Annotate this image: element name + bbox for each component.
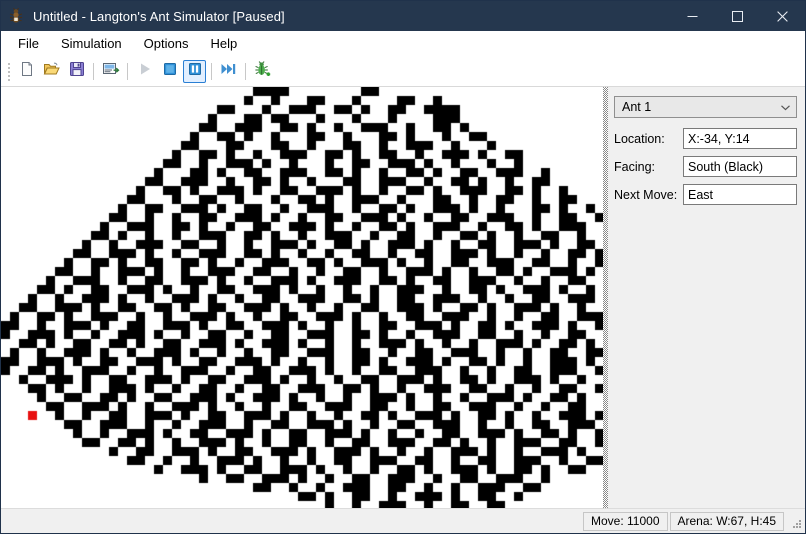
add-ant-button[interactable] [251, 60, 274, 83]
arena-canvas-container[interactable] [1, 87, 603, 508]
status-bar: Move: 11000 Arena: W:67, H:45 [1, 508, 805, 533]
location-label: Location: [614, 131, 665, 146]
pause-button[interactable] [183, 60, 206, 83]
toolbar-separator [245, 63, 246, 80]
menu-options[interactable]: Options [133, 33, 200, 55]
facing-label: Facing: [614, 159, 655, 174]
window-title: Untitled - Langton's Ant Simulator [Paus… [33, 8, 285, 24]
menu-file[interactable]: File [7, 33, 50, 55]
facing-row: Facing: South (Black) [614, 156, 797, 177]
ant-selector-combobox[interactable]: Ant 1 [614, 96, 797, 118]
facing-value[interactable]: South (Black) [683, 156, 797, 177]
ant-arena-canvas[interactable] [1, 87, 603, 508]
toolbar-separator [127, 63, 128, 80]
title-bar: Untitled - Langton's Ant Simulator [Paus… [1, 1, 805, 31]
pause-icon [187, 61, 203, 82]
status-arena: Arena: W:67, H:45 [669, 511, 784, 531]
next-move-label: Next Move: [614, 187, 678, 202]
export-image-icon [102, 61, 120, 82]
step-forward-icon [220, 61, 237, 82]
export-image-button[interactable] [99, 60, 122, 83]
next-move-value[interactable]: East [683, 184, 797, 205]
play-icon [137, 61, 153, 82]
close-button[interactable] [760, 1, 805, 31]
stop-icon [162, 61, 178, 82]
menu-bar: File Simulation Options Help [1, 31, 805, 57]
open-folder-icon [43, 61, 60, 82]
location-value[interactable]: X:-34, Y:14 [683, 128, 797, 149]
toolbar-separator [93, 63, 94, 80]
next-move-row: Next Move: East [614, 184, 797, 205]
ant-info-panel: Ant 1 Location: X:-34, Y:14 Facing: Sout… [608, 87, 805, 508]
toolbar-separator [211, 63, 212, 80]
minimize-button[interactable] [670, 1, 715, 31]
resize-grip[interactable] [788, 513, 802, 529]
status-move: Move: 11000 [583, 511, 668, 531]
floppy-save-icon [69, 61, 85, 82]
new-document-icon [19, 61, 35, 82]
step-button[interactable] [217, 60, 240, 83]
ant-icon [8, 7, 24, 24]
run-button[interactable] [133, 60, 156, 83]
maximize-button[interactable] [715, 1, 760, 31]
location-row: Location: X:-34, Y:14 [614, 128, 797, 149]
body-area: Ant 1 Location: X:-34, Y:14 Facing: Sout… [1, 87, 805, 508]
new-button[interactable] [15, 60, 38, 83]
window-controls [670, 1, 805, 31]
menu-simulation[interactable]: Simulation [50, 33, 133, 55]
chevron-down-icon [779, 101, 792, 114]
toolbar [1, 57, 805, 87]
menu-help[interactable]: Help [199, 33, 248, 55]
save-button[interactable] [65, 60, 88, 83]
ant-selector-value: Ant 1 [622, 100, 652, 114]
stop-button[interactable] [158, 60, 181, 83]
toolbar-grip[interactable] [5, 62, 12, 81]
green-bug-icon [254, 61, 272, 82]
app-window: Untitled - Langton's Ant Simulator [Paus… [0, 0, 806, 534]
open-button[interactable] [40, 60, 63, 83]
